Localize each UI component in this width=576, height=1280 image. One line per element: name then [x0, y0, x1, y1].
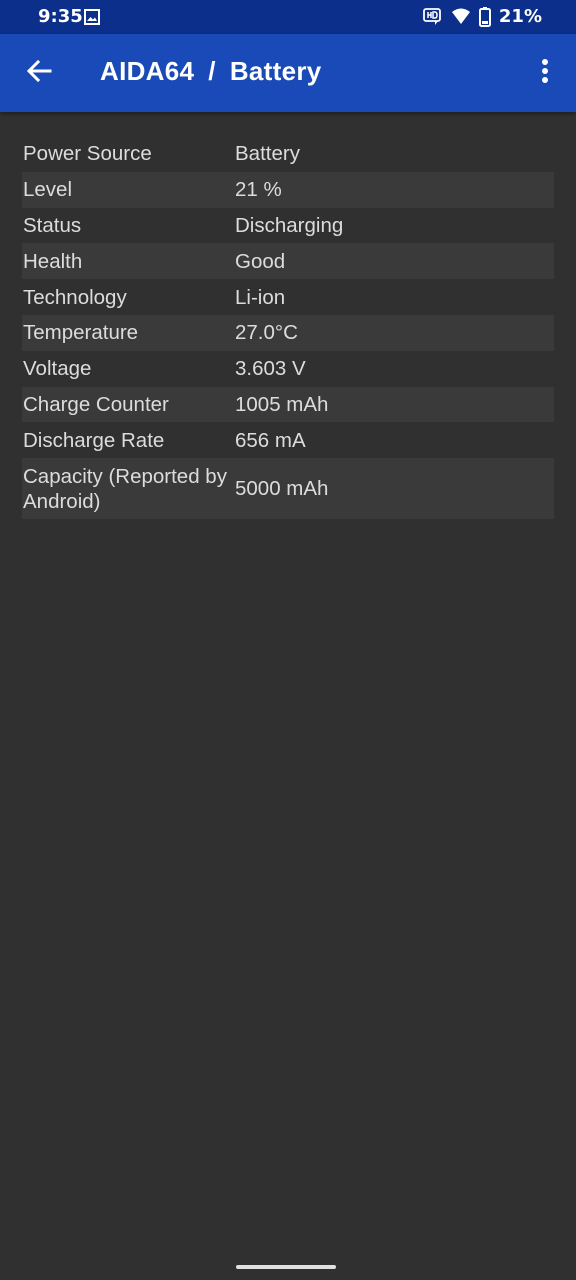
- status-time: 9:35: [38, 6, 83, 27]
- page-title: AIDA64 / Battery: [100, 56, 322, 87]
- battery-icon: [478, 6, 491, 27]
- row-value: 5000 mAh: [235, 477, 329, 501]
- row-label: Discharge Rate: [23, 428, 165, 452]
- table-row: Temperature 27.0°C: [22, 314, 554, 351]
- row-label: Health: [23, 249, 83, 273]
- more-vert-icon: [541, 58, 549, 89]
- table-row: Level 21 %: [22, 171, 554, 208]
- row-label: Level: [23, 178, 73, 202]
- title-separator: /: [208, 56, 216, 86]
- table-row: Health Good: [22, 243, 554, 280]
- table-row: Capacity (Reported by Android) 5000 mAh: [22, 458, 554, 520]
- row-value: 3.603 V: [235, 357, 306, 381]
- page-name: Battery: [229, 56, 322, 86]
- wifi-icon: [451, 8, 471, 26]
- table-row: Discharge Rate 656 mA: [22, 422, 554, 458]
- table-row: Status Discharging: [22, 208, 554, 244]
- row-label: Power Source: [23, 142, 152, 166]
- row-value: 21 %: [235, 178, 282, 202]
- row-value: 656 mA: [235, 428, 306, 452]
- row-label: Temperature: [23, 321, 139, 345]
- row-value: Li-ion: [235, 285, 286, 309]
- row-label: Capacity (Reported by Android): [23, 464, 227, 513]
- row-value: Good: [235, 249, 286, 273]
- home-gesture-bar[interactable]: [236, 1265, 336, 1269]
- table-row: Technology Li-ion: [22, 279, 554, 315]
- status-bar: 9:35 21%: [0, 0, 576, 34]
- row-value: 27.0°C: [235, 321, 298, 345]
- row-label: Technology: [23, 285, 127, 309]
- table-row: Charge Counter 1005 mAh: [22, 386, 554, 423]
- row-value: Discharging: [235, 213, 344, 237]
- arrow-left-icon: [26, 58, 52, 89]
- app-name: AIDA64: [100, 56, 195, 86]
- row-label: Charge Counter: [23, 392, 169, 416]
- table-row: Voltage 3.603 V: [22, 351, 554, 387]
- row-value: 1005 mAh: [235, 392, 329, 416]
- row-label: Voltage: [23, 357, 92, 381]
- image-icon: [84, 9, 100, 25]
- table-row: Power Source Battery: [22, 136, 554, 172]
- back-button[interactable]: [14, 48, 64, 98]
- row-value: Battery: [235, 142, 300, 166]
- battery-info-table: Power Source Battery Level 21 % Status D…: [22, 136, 554, 520]
- status-right-group: 21%: [423, 6, 542, 27]
- row-label: Status: [23, 213, 82, 237]
- battery-percent: 21%: [498, 6, 542, 27]
- app-bar: AIDA64 / Battery: [0, 34, 576, 112]
- hd-voice-icon: [423, 7, 443, 26]
- overflow-menu-button[interactable]: [528, 48, 562, 98]
